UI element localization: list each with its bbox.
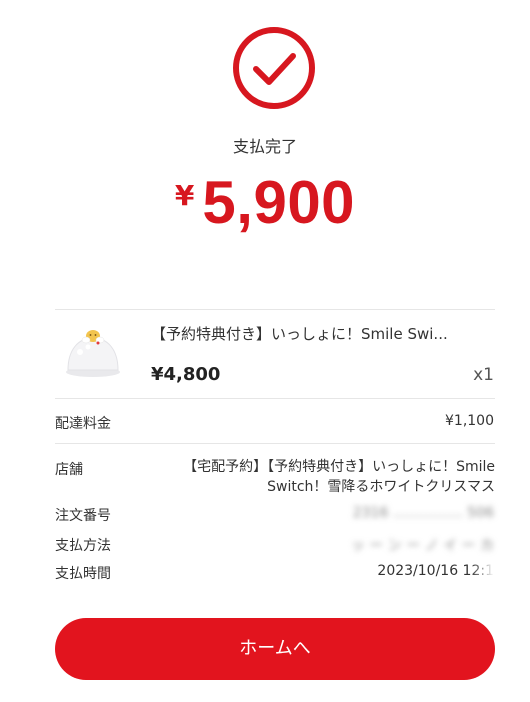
payment-method-label: 支払方法 <box>55 538 111 554</box>
shop-name: 【宅配予約】【予約特典付き】いっしょに！Smile Switch！雪降るホワイト… <box>152 457 495 497</box>
payment-method-text: ッ ー ン ー ノ イ ー カ <box>350 538 494 554</box>
delivery-fee-label: 配達料金 <box>55 416 111 432</box>
payment-status-title: 支払完了 <box>232 137 297 156</box>
shop-label: 店舗 <box>55 462 83 478</box>
product-price: ¥4,800 <box>151 364 221 385</box>
total-amount: ¥5,900 <box>0 168 530 237</box>
delivery-fee-value: ¥1,100 <box>445 413 494 429</box>
divider <box>55 443 495 444</box>
shop-name-line: Switch！雪降るホワイトクリスマス <box>267 479 495 495</box>
product-image <box>62 320 124 382</box>
total-amount-value: 5,900 <box>202 169 356 236</box>
payment-time-label: 支払時間 <box>55 566 111 582</box>
divider <box>55 398 495 399</box>
divider <box>55 309 495 310</box>
payment-time-value: 2023/10/16 12:1 <box>377 563 494 579</box>
shop-name-line: 【宅配予約】【予約特典付き】いっしょに！Smile <box>183 459 495 475</box>
check-circle-icon <box>231 25 317 111</box>
currency-symbol: ¥ <box>174 179 195 212</box>
product-title: 【予約特典付き】いっしょに！Smile Swi... <box>151 325 448 343</box>
order-number-label: 注文番号 <box>55 508 111 524</box>
payment-method-value: ッ ー ン ー ノ イ ー カ <box>351 535 494 555</box>
product-quantity: x1 <box>473 365 494 385</box>
home-button[interactable]: ホームへ <box>55 618 495 680</box>
order-number-value: 2316 …………… 506 <box>352 505 494 521</box>
